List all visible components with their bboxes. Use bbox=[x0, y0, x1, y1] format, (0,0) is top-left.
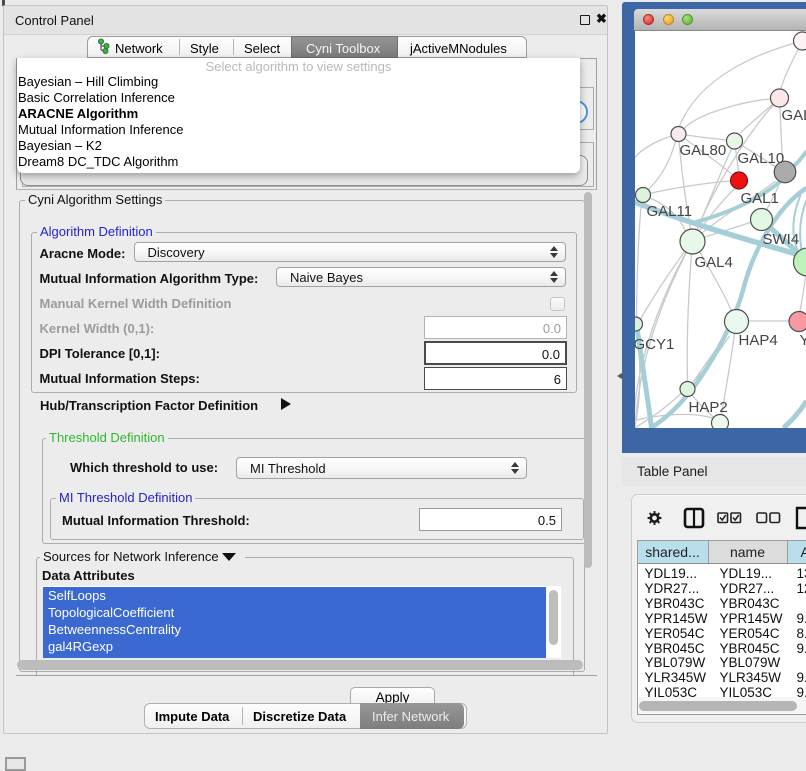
svg-text:GAL4: GAL4 bbox=[694, 254, 732, 271]
svg-text:GAL1: GAL1 bbox=[740, 190, 778, 207]
svg-text:GAL10: GAL10 bbox=[737, 150, 784, 167]
svg-text:GCY1: GCY1 bbox=[635, 336, 674, 353]
svg-text:HAP4: HAP4 bbox=[738, 332, 777, 349]
svg-text:GAL11: GAL11 bbox=[646, 203, 692, 220]
svg-text:GAL7: GAL7 bbox=[781, 107, 806, 124]
svg-text:GAL80: GAL80 bbox=[679, 142, 726, 159]
svg-text:SWI4: SWI4 bbox=[762, 231, 799, 248]
svg-text:Y: Y bbox=[799, 332, 806, 349]
svg-text:HAP2: HAP2 bbox=[688, 399, 727, 416]
